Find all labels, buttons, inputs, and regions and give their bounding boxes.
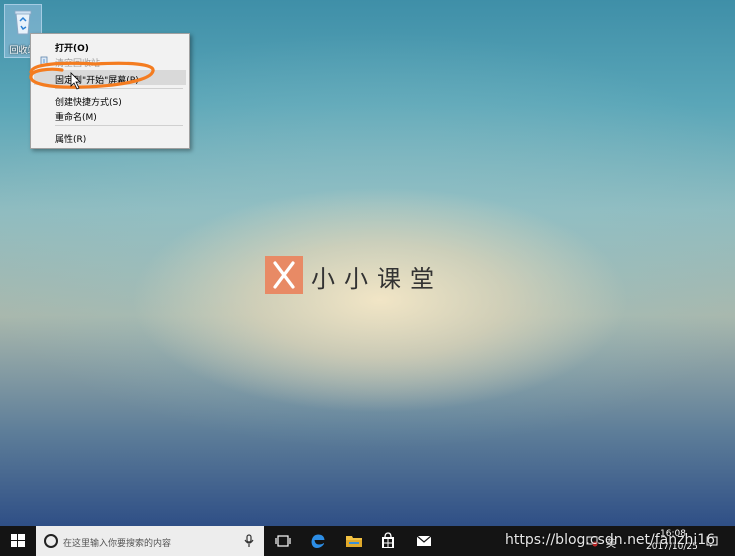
menu-item-properties[interactable]: 属性(R)	[34, 129, 186, 145]
source-watermark: https://blog.csdn.net/fanzhi16	[505, 532, 716, 548]
menu-item-label: 清空回收站	[55, 59, 101, 69]
cortana-icon	[44, 534, 58, 548]
recycle-bin-small-icon	[40, 56, 48, 65]
context-menu: 打开(O) 清空回收站 固定到"开始"屏幕(P) 创建快捷方式(S) 重命名(M…	[30, 33, 190, 149]
edge-button[interactable]	[304, 526, 332, 556]
desktop: 回收站 打开(O) 清空回收站 固定到"开始"屏幕(P) 创建快捷方式(S) 重…	[0, 0, 735, 526]
store-icon	[382, 532, 394, 548]
menu-item-pin-to-start[interactable]: 固定到"开始"屏幕(P)	[34, 70, 186, 86]
menu-item-label: 属性(R)	[55, 135, 87, 145]
task-view-icon	[275, 535, 291, 547]
windows-logo-icon	[11, 534, 25, 547]
menu-item-rename[interactable]: 重命名(M)	[34, 107, 186, 123]
task-view-button[interactable]	[270, 526, 296, 556]
menu-separator	[55, 125, 183, 126]
mail-button[interactable]	[410, 526, 438, 556]
watermark-text: 小小课堂	[311, 265, 443, 293]
store-button[interactable]	[374, 526, 402, 556]
menu-item-label: 固定到"开始"屏幕(P)	[55, 76, 139, 86]
menu-item-label: 重命名(M)	[55, 113, 97, 123]
menu-item-open[interactable]: 打开(O)	[34, 38, 186, 54]
mail-icon	[416, 535, 432, 546]
recycle-bin-icon	[14, 10, 32, 35]
menu-item-create-shortcut[interactable]: 创建快捷方式(S)	[34, 92, 186, 108]
edge-icon	[311, 534, 325, 548]
search-placeholder: 在这里输入你要搜索的内容	[63, 539, 172, 549]
file-explorer-button[interactable]	[340, 526, 368, 556]
menu-separator	[55, 88, 183, 89]
file-explorer-icon	[346, 536, 362, 547]
microphone-icon[interactable]	[244, 534, 254, 548]
x-logo-icon	[265, 256, 303, 294]
menu-item-empty-recycle-bin[interactable]: 清空回收站	[34, 53, 186, 69]
search-box[interactable]: 在这里输入你要搜索的内容	[36, 526, 264, 556]
start-button[interactable]	[0, 526, 36, 556]
